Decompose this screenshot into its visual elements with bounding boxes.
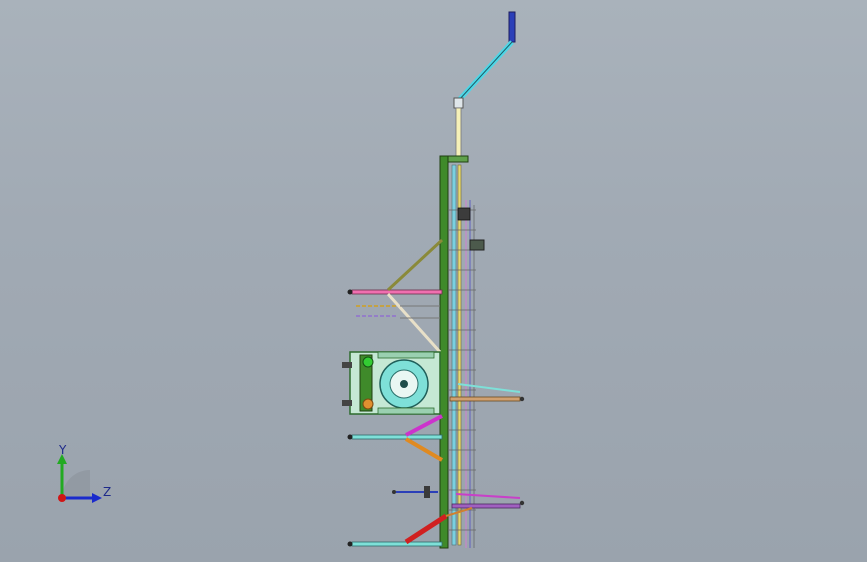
drum-unit[interactable] (342, 351, 441, 415)
y-axis-label: Y (59, 443, 67, 457)
z-axis-arrow-icon (92, 493, 102, 503)
control-box[interactable] (457, 207, 485, 251)
origin-icon (58, 494, 66, 502)
upper-arm[interactable] (347, 238, 444, 354)
assembly-model[interactable] (0, 0, 867, 562)
valve-fitting[interactable] (392, 486, 438, 498)
right-arm-lower[interactable] (451, 493, 525, 509)
vent-pipe[interactable] (453, 11, 516, 159)
z-axis-label: Z (103, 485, 112, 499)
middle-arm[interactable] (347, 414, 444, 462)
cad-viewport[interactable]: Y Z (0, 0, 867, 562)
